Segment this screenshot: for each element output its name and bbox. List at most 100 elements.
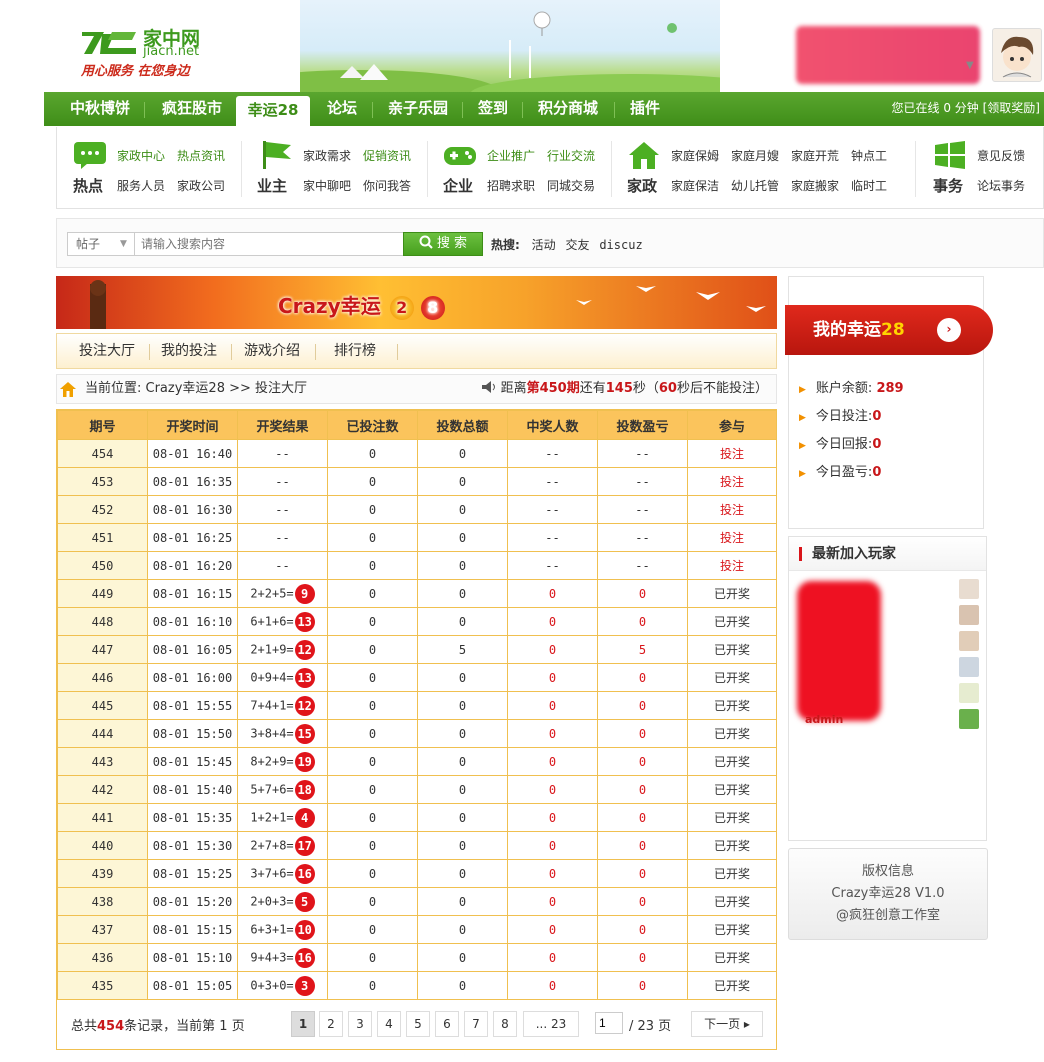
bet-link[interactable]: 投注 [687, 495, 777, 524]
nav-item-mid-autumn[interactable]: 中秋博饼 [56, 92, 144, 126]
nav-item-forum[interactable]: 论坛 [314, 92, 370, 126]
category-link[interactable]: 企业推广 [487, 147, 535, 164]
player-avatar[interactable] [959, 605, 979, 625]
player-name[interactable]: admin [805, 713, 843, 726]
category-link[interactable]: 家政需求 [303, 147, 351, 164]
chevron-down-icon[interactable]: ▼ [966, 60, 974, 71]
category-link[interactable]: 服务人员 [117, 177, 165, 194]
category-link[interactable]: 家政中心 [117, 147, 165, 164]
page-jump-input[interactable] [595, 1012, 623, 1034]
nav-item-stock[interactable]: 疯狂股市 [148, 92, 236, 126]
result-expression: 0+9+4= [250, 670, 294, 684]
page-button[interactable]: 8 [493, 1011, 517, 1037]
nav-item-mall[interactable]: 积分商城 [526, 92, 610, 126]
player-avatar[interactable] [959, 579, 979, 599]
player-avatar[interactable] [959, 631, 979, 651]
page-button[interactable]: 4 [377, 1011, 401, 1037]
tab-betting-hall[interactable]: 投注大厅 [79, 334, 135, 368]
category-link[interactable]: 促销资讯 [363, 147, 411, 164]
cell-bet-total: 0 [417, 971, 508, 1000]
arrow-right-circle-icon[interactable]: › [937, 318, 961, 342]
cell-bet-total: 0 [417, 831, 508, 860]
result-ball: 13 [294, 667, 315, 688]
category-link[interactable]: 论坛事务 [977, 177, 1025, 194]
search-button[interactable]: 搜 索 [403, 232, 483, 256]
cell-profit-loss: -- [597, 495, 688, 524]
category-link[interactable]: 家中聊吧 [303, 177, 351, 194]
category-link[interactable]: 热点资讯 [177, 147, 225, 164]
home-icon[interactable] [59, 380, 77, 398]
player-avatar[interactable] [959, 657, 979, 677]
tab-divider [149, 344, 150, 360]
search-input[interactable] [135, 232, 405, 256]
player-avatar[interactable] [959, 709, 979, 729]
gamepad-icon [444, 147, 476, 165]
nav-item-plugins[interactable]: 插件 [618, 92, 672, 126]
category-link[interactable]: 家庭开荒 [791, 147, 839, 164]
table-row: 436 08-01 15:10 9+4+3= 16 0 0 0 0 已开奖 [57, 943, 777, 972]
category-link[interactable]: 家庭月嫂 [731, 147, 779, 164]
logo-icon[interactable] [78, 26, 140, 58]
page-button[interactable]: 6 [435, 1011, 459, 1037]
cell-period: 443 [57, 747, 148, 776]
category-link[interactable]: 行业交流 [547, 147, 595, 164]
user-avatar[interactable] [992, 28, 1042, 82]
search-type-select[interactable]: 帖子 ▼ [67, 232, 135, 256]
hot-search-word[interactable]: discuz [599, 238, 642, 252]
search-type-value: 帖子 [76, 237, 101, 251]
player-avatar[interactable] [959, 683, 979, 703]
category-link[interactable]: 家庭保洁 [671, 177, 719, 194]
nav-item-parenting[interactable]: 亲子乐园 [378, 92, 458, 126]
page-button[interactable]: 5 [406, 1011, 430, 1037]
category-title: 事务 [933, 177, 964, 195]
countdown-lock-seconds: 60 [658, 381, 677, 396]
tab-my-bets[interactable]: 我的投注 [161, 334, 217, 368]
category-link[interactable]: 幼儿托管 [731, 177, 779, 194]
cell-draw-result: 1+2+1= 4 [237, 803, 328, 832]
category-link[interactable]: 你问我答 [363, 177, 411, 194]
table-row: 444 08-01 15:50 3+8+4= 15 0 0 0 0 已开奖 [57, 719, 777, 748]
tab-leaderboard[interactable]: 排行榜 [334, 334, 376, 368]
bet-link[interactable]: 投注 [687, 439, 777, 468]
category-link[interactable]: 家庭保姆 [671, 147, 719, 164]
category-link[interactable]: 家庭搬家 [791, 177, 839, 194]
category-link[interactable]: 招聘求职 [487, 177, 535, 194]
result-expression: 6+1+6= [250, 614, 294, 628]
cell-bet-count: 0 [327, 439, 418, 468]
category-link[interactable]: 家政公司 [177, 177, 225, 194]
page-button[interactable]: 7 [464, 1011, 488, 1037]
account-today-profit: ▶ 今日盈亏:0 [799, 461, 881, 480]
page-button-last[interactable]: ... 23 [523, 1011, 579, 1037]
nav-item-lucky28[interactable]: 幸运28 [236, 96, 310, 126]
next-page-button[interactable]: 下一页 ▸ [691, 1011, 763, 1037]
category-link[interactable]: 临时工 [851, 177, 887, 194]
cell-bet-total: 0 [417, 719, 508, 748]
column-header: 期号 [57, 410, 148, 440]
hot-search-word[interactable]: 活动 [532, 238, 556, 252]
page-button[interactable]: 3 [348, 1011, 372, 1037]
page-button[interactable]: 2 [319, 1011, 343, 1037]
page-button-current[interactable]: 1 [291, 1011, 315, 1037]
arrow-right-icon: ▶ [799, 385, 806, 395]
avatar-icon [1001, 36, 1034, 78]
category-link[interactable]: 同城交易 [547, 177, 595, 194]
nav-item-checkin[interactable]: 签到 [468, 92, 518, 126]
cell-period: 450 [57, 551, 148, 580]
cell-bet-count: 0 [327, 579, 418, 608]
my-lucky28-ribbon[interactable]: 我的幸运28 › [785, 305, 993, 355]
online-time-link[interactable]: 您已在线 0 分钟 [领取奖励] [892, 92, 1040, 124]
table-row: 441 08-01 15:35 1+2+1= 4 0 0 0 0 已开奖 [57, 803, 777, 832]
category-title: 企业 [443, 177, 474, 195]
tab-game-intro[interactable]: 游戏介绍 [244, 334, 300, 368]
category-link[interactable]: 钟点工 [851, 147, 887, 164]
bet-link[interactable]: 投注 [687, 467, 777, 496]
hot-search-word[interactable]: 交友 [565, 238, 589, 252]
cell-profit-loss: 0 [597, 663, 688, 692]
result-expression: 2+1+9= [250, 642, 294, 656]
cell-period: 447 [57, 635, 148, 664]
bet-link[interactable]: 投注 [687, 551, 777, 580]
bet-link[interactable]: 投注 [687, 523, 777, 552]
result-ball: 13 [294, 611, 315, 632]
result-expression: 2+7+8= [250, 838, 294, 852]
category-link[interactable]: 意见反馈 [977, 147, 1025, 164]
